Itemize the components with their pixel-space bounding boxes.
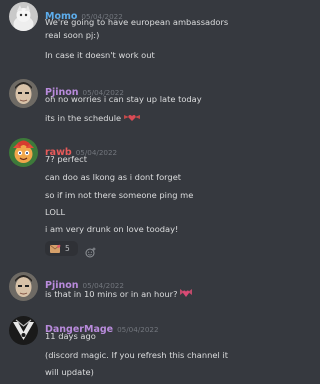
timestamp: 05/04/2022 <box>117 325 159 334</box>
message-text: its in the schedule <box>45 113 122 123</box>
love-letter-emoji <box>49 244 61 253</box>
message-line: In case it doesn't work out <box>45 50 155 60</box>
message-line: (discord magic. If you refresh this chan… <box>45 350 229 360</box>
momo-avatar-icon <box>9 2 38 31</box>
message-line: will update) <box>45 367 94 377</box>
avatar-pjinon[interactable] <box>9 79 38 108</box>
add-reaction-icon <box>85 247 96 258</box>
message-line: i am very drunk on love tooday! <box>45 224 179 234</box>
message-line: so if im not there someone ping me <box>45 190 194 200</box>
avatar-pjinon[interactable] <box>9 272 38 301</box>
message-line: We're going to have european ambassadors <box>45 17 229 27</box>
rawb-avatar-icon <box>9 138 38 167</box>
avatar-rawb[interactable] <box>9 138 38 167</box>
message-line: can doo as lkong as i dont forget <box>45 172 182 182</box>
heart-wings-emoji <box>123 112 141 125</box>
pjinon-avatar-icon <box>9 79 38 108</box>
avatar-dangermage[interactable] <box>9 316 38 345</box>
message-line: 11 days ago <box>45 331 96 341</box>
heart-wings-emoji <box>179 287 193 301</box>
dangermage-avatar-icon <box>9 316 38 345</box>
message-line-with-emoji: is that in 10 mins or in an hour? <box>45 287 193 301</box>
add-reaction-button[interactable] <box>85 243 96 258</box>
message-line: oh no worries i can stay up late today <box>45 94 202 104</box>
pjinon-avatar-icon <box>9 272 38 301</box>
message-line: LOLL <box>45 207 66 217</box>
avatar-momo[interactable] <box>9 2 38 31</box>
message-line: real soon pj:) <box>45 30 100 40</box>
reaction-count: 5 <box>65 244 70 253</box>
message-text: is that in 10 mins or in an hour? <box>45 289 178 299</box>
message-line-with-emoji: its in the schedule <box>45 112 141 125</box>
reaction-chip[interactable]: 5 <box>45 241 78 256</box>
message-line: 7? perfect <box>45 154 87 164</box>
